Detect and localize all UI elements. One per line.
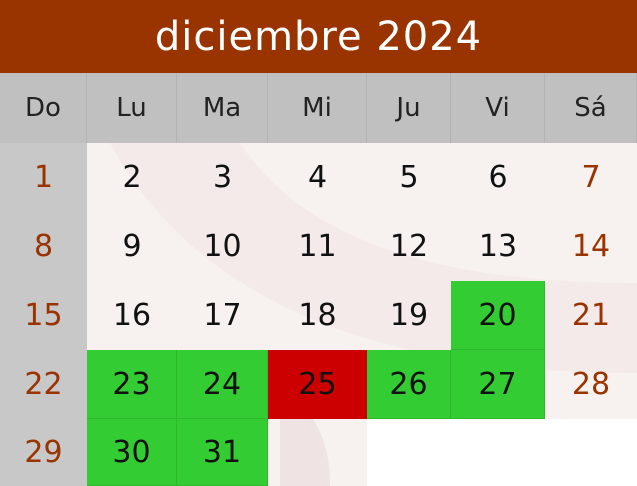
day-cell[interactable]: 4 bbox=[268, 143, 367, 212]
weekday-header: Vi bbox=[451, 73, 545, 143]
weekday-header: Ju bbox=[367, 73, 451, 143]
weekday-header: Sá bbox=[545, 73, 637, 143]
empty-cell bbox=[545, 419, 637, 486]
weekday-header: Mi bbox=[268, 73, 367, 143]
day-cell[interactable]: 15 bbox=[0, 281, 87, 350]
day-cell[interactable]: 8 bbox=[0, 212, 87, 281]
day-cell[interactable]: 12 bbox=[367, 212, 451, 281]
day-cell[interactable]: 10 bbox=[177, 212, 268, 281]
day-cell[interactable]: 7 bbox=[545, 143, 637, 212]
empty-cell bbox=[268, 419, 367, 486]
day-cell[interactable]: 31 bbox=[177, 419, 268, 486]
day-cell[interactable]: 6 bbox=[451, 143, 545, 212]
weekday-header: Lu bbox=[87, 73, 177, 143]
day-cell[interactable]: 22 bbox=[0, 350, 87, 419]
day-cell[interactable]: 28 bbox=[545, 350, 637, 419]
day-cell[interactable]: 2 bbox=[87, 143, 177, 212]
day-cell[interactable]: 27 bbox=[451, 350, 545, 419]
weekday-header: Ma bbox=[177, 73, 268, 143]
day-cell[interactable]: 19 bbox=[367, 281, 451, 350]
day-cell[interactable]: 26 bbox=[367, 350, 451, 419]
day-cell[interactable]: 25 bbox=[268, 350, 367, 419]
day-cell[interactable]: 24 bbox=[177, 350, 268, 419]
day-cell[interactable]: 1 bbox=[0, 143, 87, 212]
day-cell[interactable]: 9 bbox=[87, 212, 177, 281]
day-cell[interactable]: 14 bbox=[545, 212, 637, 281]
day-cell[interactable]: 23 bbox=[87, 350, 177, 419]
day-cell[interactable]: 13 bbox=[451, 212, 545, 281]
day-cell[interactable]: 5 bbox=[367, 143, 451, 212]
day-cell[interactable]: 21 bbox=[545, 281, 637, 350]
day-cell[interactable]: 3 bbox=[177, 143, 268, 212]
day-cell[interactable]: 20 bbox=[451, 281, 545, 350]
month-title: diciembre 2024 bbox=[0, 0, 637, 73]
day-cell[interactable]: 11 bbox=[268, 212, 367, 281]
calendar: diciembre 2024 Do Lu Ma Mi Ju Vi Sá 1 2 3 4 5 6 7 8 9 10… bbox=[0, 0, 637, 486]
empty-cell bbox=[367, 419, 451, 486]
empty-cell bbox=[451, 419, 545, 486]
day-cell[interactable]: 30 bbox=[87, 419, 177, 486]
day-cell[interactable]: 17 bbox=[177, 281, 268, 350]
day-cell[interactable]: 29 bbox=[0, 419, 87, 486]
day-cell[interactable]: 18 bbox=[268, 281, 367, 350]
day-cell[interactable]: 16 bbox=[87, 281, 177, 350]
weekday-header: Do bbox=[0, 73, 87, 143]
calendar-grid: Do Lu Ma Mi Ju Vi Sá 1 2 3 4 5 6 7 8 9 10 11 12 13 14 15 16 17 1… bbox=[0, 73, 637, 486]
